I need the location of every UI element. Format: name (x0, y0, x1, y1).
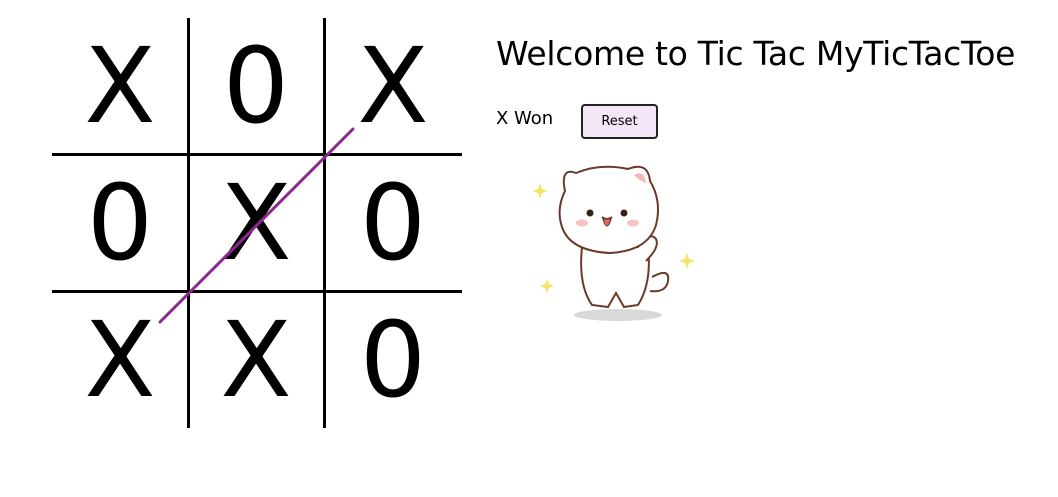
board-cell-0[interactable]: X (52, 18, 188, 154)
page-title: Welcome to Tic Tac MyTicTacToe (496, 34, 1016, 73)
grid-line-horizontal-1 (52, 153, 462, 156)
board-cell-4[interactable]: X (188, 154, 324, 291)
board-cell-8[interactable]: 0 (324, 291, 462, 428)
reset-button[interactable]: Reset (581, 104, 658, 139)
grid-line-vertical-2 (323, 18, 326, 428)
board-cell-2[interactable]: X (324, 18, 462, 154)
grid-line-vertical-1 (187, 18, 190, 428)
board-cell-7[interactable]: X (188, 291, 324, 428)
tic-tac-toe-app: X 0 X 0 X 0 X X 0 Welcome to Tic Tac MyT… (0, 0, 1058, 497)
grid-line-horizontal-2 (52, 290, 462, 293)
game-status: X Won (496, 108, 554, 129)
board-cell-3[interactable]: 0 (52, 154, 188, 291)
board-cell-1[interactable]: 0 (188, 18, 324, 154)
board-cell-6[interactable]: X (52, 291, 188, 428)
game-board: X 0 X 0 X 0 X X 0 (52, 18, 462, 428)
celebrating-cat-sticker (532, 165, 695, 321)
board-cell-5[interactable]: 0 (324, 154, 462, 291)
